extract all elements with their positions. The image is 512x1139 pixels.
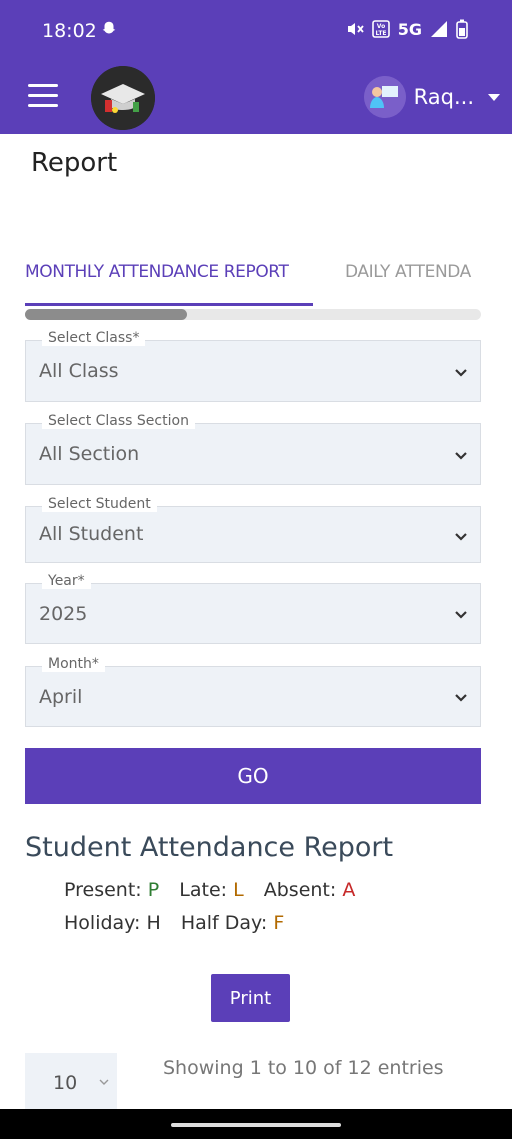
select-section-value: All Section xyxy=(39,443,140,465)
select-class-value: All Class xyxy=(39,360,119,382)
chevron-down-icon xyxy=(455,611,467,619)
svg-text:Vo: Vo xyxy=(377,23,385,30)
page-title: Report xyxy=(31,148,118,178)
select-student-value: All Student xyxy=(39,523,144,545)
user-name: Raq... xyxy=(413,85,474,109)
legend-half-day: Half Day: F xyxy=(180,912,285,934)
select-student-dropdown[interactable]: Select Student All Student xyxy=(25,496,481,563)
chevron-down-icon xyxy=(488,93,500,101)
tab-monthly-attendance-report[interactable]: MONTHLY ATTENDANCE REPORT xyxy=(25,262,289,282)
user-menu[interactable]: Raq... xyxy=(363,76,500,118)
volte-icon: VoLTE xyxy=(371,20,390,38)
attendance-legend-row-1: Present: P Late: L Absent: A xyxy=(64,879,369,901)
print-button[interactable]: Print xyxy=(211,974,290,1022)
status-bar: 18:02 Vo LTE 5G xyxy=(0,0,512,62)
active-tab-indicator xyxy=(25,303,313,306)
chevron-down-icon xyxy=(455,694,467,702)
legend-holiday: Holiday: H xyxy=(64,912,161,934)
page-size-select[interactable]: 10 xyxy=(25,1053,117,1109)
chevron-down-icon xyxy=(455,369,467,377)
select-month-value: April xyxy=(39,686,83,708)
chevron-down-icon xyxy=(455,452,467,460)
select-class-label: Select Class* xyxy=(42,330,146,346)
system-navigation-bar xyxy=(0,1109,512,1139)
app-bar: Raq... xyxy=(0,62,512,134)
select-year-dropdown[interactable]: Year* 2025 xyxy=(25,573,481,644)
network-type: 5G xyxy=(397,19,422,39)
mute-icon xyxy=(347,23,364,35)
signal-icon xyxy=(431,21,447,37)
select-student-label: Select Student xyxy=(42,496,157,512)
select-year-label: Year* xyxy=(42,573,91,589)
school-logo xyxy=(91,66,155,130)
snapchat-notification-icon xyxy=(102,21,116,34)
select-section-dropdown[interactable]: Select Class Section All Section xyxy=(25,413,481,485)
legend-absent: Absent: A xyxy=(263,879,356,901)
tabs-scrollbar-thumb[interactable] xyxy=(25,309,187,320)
legend-present: Present: P xyxy=(64,879,160,901)
avatar xyxy=(363,76,406,118)
teacher-avatar-icon xyxy=(363,76,406,118)
report-tabs: MONTHLY ATTENDANCE REPORT DAILY ATTENDA xyxy=(25,262,481,308)
svg-text:LTE: LTE xyxy=(375,30,386,37)
select-month-dropdown[interactable]: Month* April xyxy=(25,656,481,727)
home-gesture-handle[interactable] xyxy=(171,1123,341,1127)
graduation-cap-icon xyxy=(91,66,155,130)
page-size-value: 10 xyxy=(53,1072,78,1094)
go-button[interactable]: GO xyxy=(25,748,481,804)
tab-daily-attendance-report[interactable]: DAILY ATTENDA xyxy=(345,262,471,282)
select-class-dropdown[interactable]: Select Class* All Class xyxy=(25,330,481,402)
select-year-value: 2025 xyxy=(39,603,88,625)
report-title: Student Attendance Report xyxy=(25,832,394,863)
status-time: 18:02 xyxy=(42,20,97,42)
select-month-label: Month* xyxy=(42,656,105,672)
hamburger-menu-icon[interactable] xyxy=(28,84,60,110)
entries-info: Showing 1 to 10 of 12 entries xyxy=(163,1057,444,1079)
attendance-legend-row-2: Holiday: H Half Day: F xyxy=(64,912,298,934)
chevron-down-icon xyxy=(99,1079,109,1085)
legend-late: Late: L xyxy=(179,879,244,901)
status-icons: Vo LTE 5G xyxy=(346,19,468,39)
battery-icon xyxy=(456,19,468,39)
chevron-down-icon xyxy=(455,533,467,541)
select-section-label: Select Class Section xyxy=(42,413,195,429)
